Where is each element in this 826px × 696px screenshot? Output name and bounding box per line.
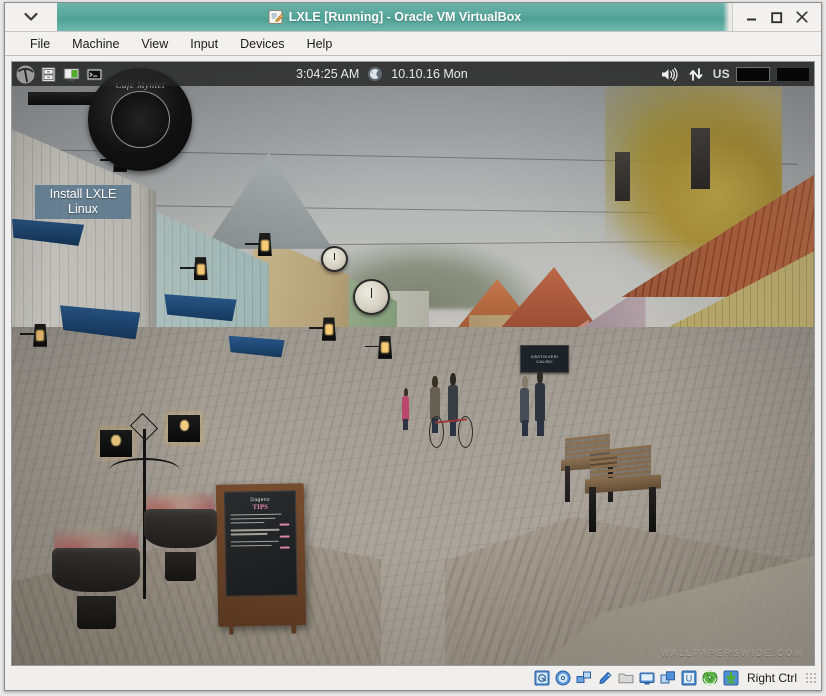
panel-clock-time[interactable]: 3:04:25 AM (296, 67, 359, 81)
speaker-volume-icon (662, 67, 678, 81)
wallpaper-person (519, 375, 531, 436)
status-remote-desktop-icon[interactable]: U (681, 670, 697, 686)
status-display-icon[interactable] (639, 670, 655, 686)
panel-keyboard-layout[interactable]: US (713, 67, 730, 81)
resize-grip-icon[interactable] (805, 672, 817, 684)
chevron-down-icon (24, 12, 38, 22)
status-usb-plug-icon[interactable] (597, 670, 613, 686)
wallpaper-street-lamp (364, 333, 393, 361)
minimize-button[interactable] (741, 6, 763, 28)
panel-volume-button[interactable] (659, 64, 680, 85)
desktop-icon-label: Install LXLE Linux (35, 185, 131, 219)
menu-item-view[interactable]: View (130, 35, 179, 53)
wallpaper-chalkboard-sign: Dagens TIPS (215, 483, 306, 635)
status-video-capture-icon[interactable] (660, 670, 676, 686)
wallpaper-street-lamp (180, 255, 208, 283)
desktop-wallpaper[interactable]: Café Myntet GÄSTGIVERI CALÖKI (12, 62, 814, 665)
chalkboard-title: TIPS (251, 503, 268, 512)
panel-clock-date[interactable]: 10.10.16 Mon (391, 67, 467, 81)
close-icon (796, 11, 808, 23)
panel-show-desktop-button[interactable] (61, 64, 82, 85)
panel-launchers (12, 64, 105, 85)
terminal-icon (86, 67, 103, 81)
menu-item-devices[interactable]: Devices (229, 35, 295, 53)
panel-workspace-2[interactable] (776, 66, 810, 82)
network-up-down-arrows-icon (689, 67, 703, 81)
virtualbox-vm-icon (268, 9, 284, 25)
panel-network-button[interactable] (686, 64, 707, 85)
lxle-top-panel: 3:04:25 AM 10.10.16 Mon US (12, 62, 814, 86)
wallpaper-street-lamp (308, 315, 336, 343)
panel-terminal-button[interactable] (84, 64, 105, 85)
menu-item-help[interactable]: Help (296, 35, 344, 53)
status-mouse-integration-icon[interactable] (699, 670, 721, 686)
status-host-key-label: Right Ctrl (746, 671, 797, 685)
window-title-strip[interactable]: LXLE [Running] - Oracle VM VirtualBox (57, 3, 733, 31)
menu-item-file[interactable]: File (19, 35, 61, 53)
desktop-icon-install-lxle-linux[interactable]: Install LXLE Linux (35, 137, 131, 219)
title-bar: LXLE [Running] - Oracle VM VirtualBox (5, 3, 821, 32)
status-bar: U Right Ctrl (5, 666, 821, 690)
maximize-icon (771, 11, 783, 23)
file-cabinet-icon (41, 66, 56, 82)
desktop-icon-label-line1: Install LXLE (49, 187, 117, 201)
wallpaper-chimney (615, 152, 630, 201)
panel-file-manager-button[interactable] (38, 64, 59, 85)
minimize-icon (747, 18, 757, 20)
window-menu-button[interactable] (5, 3, 57, 31)
lxle-pickaxe-logo-icon (16, 65, 35, 83)
panel-lxle-menu-button[interactable] (15, 64, 36, 85)
status-optical-drive-icon[interactable] (555, 670, 571, 686)
wallpaper-candle-lantern (168, 414, 201, 442)
panel-workspace-1[interactable] (736, 66, 770, 82)
wallpaper-street-lamp (244, 231, 272, 259)
wallpaper-chimney (690, 128, 710, 189)
guest-screen[interactable]: Café Myntet GÄSTGIVERI CALÖKI (11, 61, 815, 666)
wallpaper-person (401, 387, 411, 430)
menu-bar: File Machine View Input Devices Help (5, 32, 821, 56)
shop-sign-line2: CALÖKI (536, 359, 553, 365)
wallpaper-person (533, 369, 547, 436)
desktop-icon-label-line2: Linux (68, 202, 98, 216)
wallpaper-planter-urn (144, 484, 217, 581)
status-guest-additions-icon[interactable] (723, 670, 739, 686)
wallpaper-street-lamp (20, 321, 48, 349)
status-shared-folders-icon[interactable] (618, 670, 634, 686)
svg-text:U: U (686, 674, 693, 684)
wallpaper-clock-sign (352, 279, 390, 316)
panel-clock-area: 3:04:25 AM 10.10.16 Mon (105, 66, 659, 82)
weather-moon-icon[interactable] (367, 66, 383, 82)
wallpaper-planter-urn (52, 520, 141, 629)
wallpaper-bicycle (429, 412, 474, 448)
close-button[interactable] (791, 6, 813, 28)
menu-item-input[interactable]: Input (179, 35, 229, 53)
status-hard-disk-icon[interactable] (534, 670, 550, 686)
window-title: LXLE [Running] - Oracle VM VirtualBox (288, 10, 522, 24)
status-network-adapter-icon[interactable] (576, 670, 592, 686)
virtualbox-window: LXLE [Running] - Oracle VM VirtualBox Fi… (4, 2, 822, 691)
menu-item-machine[interactable]: Machine (61, 35, 130, 53)
panel-tray: US (659, 64, 814, 85)
monitor-desktop-icon (63, 67, 80, 81)
maximize-button[interactable] (766, 6, 788, 28)
window-controls (733, 3, 821, 31)
wallpaper-bench (585, 444, 662, 533)
